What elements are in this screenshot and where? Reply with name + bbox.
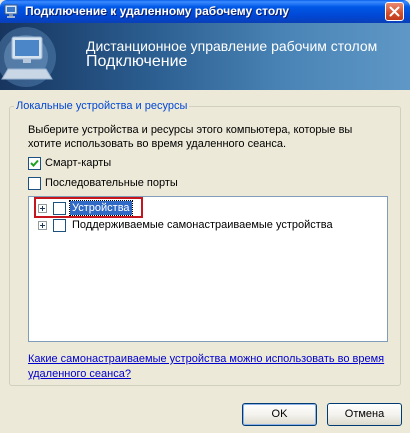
group-legend: Локальные устройства и ресурсы	[14, 100, 190, 112]
group-description: Выберите устройства и ресурсы этого комп…	[28, 124, 353, 150]
ok-button[interactable]: OK	[242, 403, 317, 426]
pnp-help-link[interactable]: Какие самонастраиваемые устройства можно…	[28, 352, 388, 382]
window-title: Подключение к удаленному рабочему столу	[25, 4, 290, 18]
smart-cards-label: Смарт-карты	[45, 157, 112, 169]
banner-subtitle: Дистанционное управление рабочим столом	[86, 38, 378, 54]
pnp-devices-checkbox[interactable]	[53, 219, 66, 232]
remote-desktop-icon	[4, 3, 20, 19]
title-bar[interactable]: Подключение к удаленному рабочему столу	[0, 0, 410, 23]
checkmark-icon	[30, 159, 39, 167]
cancel-button[interactable]: Отмена	[327, 403, 402, 426]
expand-icon[interactable]	[38, 221, 47, 230]
smart-cards-checkbox[interactable]	[28, 157, 41, 170]
remote-desktop-computer-icon	[0, 27, 56, 87]
tree-item-label: Поддерживаемые самонастраиваемые устройс…	[72, 219, 333, 231]
banner-title: Подключение	[86, 53, 188, 70]
tree-item-pnp-devices[interactable]: Поддерживаемые самонастраиваемые устройс…	[29, 217, 387, 234]
remote-desktop-dialog: Подключение к удаленному рабочему столу …	[0, 0, 410, 433]
highlight-annotation	[34, 197, 143, 218]
serial-ports-checkbox[interactable]	[28, 177, 41, 190]
serial-ports-label: Последовательные порты	[45, 177, 178, 189]
close-icon	[389, 6, 400, 17]
close-button[interactable]	[385, 2, 404, 21]
banner: Дистанционное управление рабочим столом …	[0, 23, 410, 90]
